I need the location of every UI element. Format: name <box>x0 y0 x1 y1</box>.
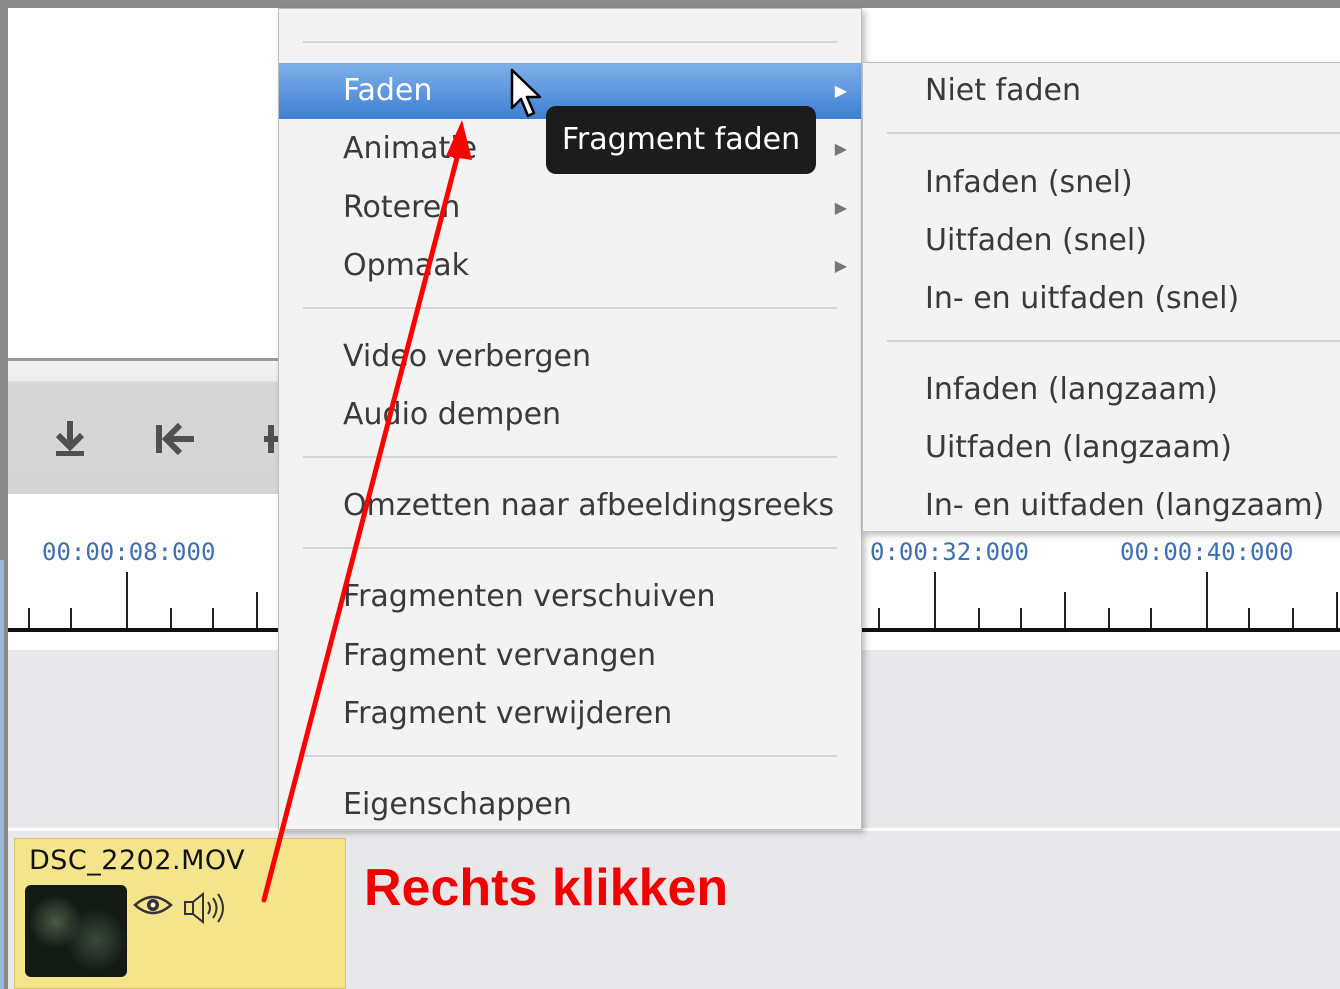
annotation-label: Rechts klikken <box>364 859 729 917</box>
annotation-arrow <box>261 120 472 903</box>
